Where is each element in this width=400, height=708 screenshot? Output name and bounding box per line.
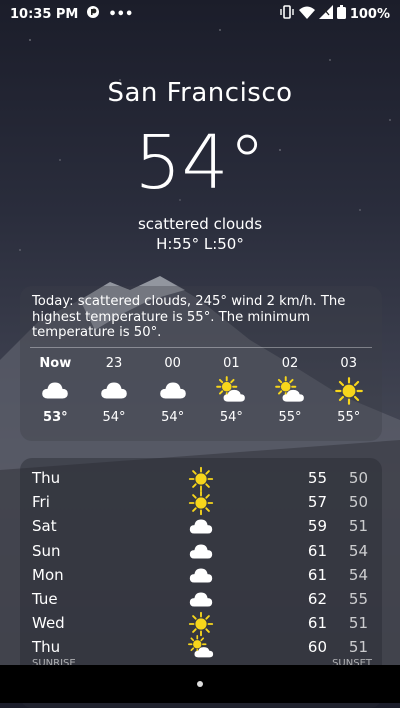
battery-icon (336, 5, 346, 23)
signal-icon (318, 5, 333, 23)
hour-temperature: 55° (337, 409, 361, 425)
hour-label: Now (39, 355, 72, 371)
daily-forecast-row: Tue 62 55 (20, 587, 382, 611)
day-low-temperature: 54 (348, 565, 368, 584)
day-low-temperature: 51 (348, 638, 368, 657)
battery-percentage: 100% (349, 6, 390, 22)
day-low-temperature: 50 (348, 493, 368, 512)
daily-forecast-row: Sat 59 51 (20, 514, 382, 538)
hour-label: 23 (105, 355, 123, 371)
day-low-temperature: 54 (348, 541, 368, 560)
hour-temperature: 54° (161, 409, 185, 425)
weather-description: scattered clouds (137, 215, 263, 233)
daily-forecast-row: Thu 60 51 (20, 635, 382, 659)
hour-temperature: 54° (219, 409, 243, 425)
current-temperature: 54° (134, 120, 266, 206)
today-summary: Today: scattered clouds, 245° wind 2 km/… (32, 294, 346, 340)
hour-temperature: 53° (43, 409, 68, 425)
home-gesture-indicator[interactable] (197, 681, 203, 687)
hour-label: 01 (223, 355, 240, 371)
hour-temperature: 54° (102, 409, 126, 425)
status-time: 10:35 PM (10, 6, 79, 22)
day-name: Wed (32, 614, 65, 633)
day-low-temperature: 51 (348, 517, 368, 536)
hourly-item: 02 55° (261, 356, 320, 425)
day-high-temperature: 57 (307, 493, 327, 512)
cloud-icon (39, 376, 71, 406)
day-name: Thu (32, 469, 61, 487)
day-name: Thu (32, 638, 61, 657)
daily-forecast-row: Thu 55 50 (20, 466, 382, 492)
hourly-item: 00 54° (143, 356, 202, 425)
hourly-item: 01 54° (202, 356, 261, 425)
hour-label: 02 (281, 355, 299, 371)
navigation-bar (0, 665, 400, 703)
day-high-temperature: 62 (307, 590, 327, 608)
app-notification-icon (86, 5, 100, 23)
day-high-temperature: 60 (307, 638, 327, 657)
hour-temperature: 55° (278, 409, 302, 425)
cloud-icon (98, 376, 130, 406)
day-high-temperature: 55 (307, 469, 327, 487)
day-low-temperature: 50 (348, 469, 368, 487)
status-bar: 10:35 PM ••• 100% (0, 0, 400, 28)
day-high-temperature: 61 (307, 541, 327, 560)
sun-cloud-icon (215, 375, 247, 406)
daily-forecast-row: Fri 57 50 (20, 490, 382, 516)
vibrate-icon (279, 5, 295, 23)
day-high-temperature: 59 (307, 517, 327, 536)
day-low-temperature: 51 (348, 614, 368, 633)
day-low-temperature: 55 (348, 590, 368, 608)
hourly-item: 03 55° (319, 356, 378, 425)
day-high-temperature: 61 (307, 565, 327, 584)
sun-cloud-icon (184, 634, 218, 662)
day-name: Mon (32, 565, 64, 584)
high-low-temperature: H:55° L:50° (156, 235, 244, 253)
cloud-icon (157, 376, 189, 406)
day-name: Fri (32, 493, 50, 512)
hourly-item: Now 53° (26, 356, 85, 425)
hourly-item: 23 54° (85, 356, 144, 425)
wifi-icon (298, 6, 315, 23)
hour-label: 00 (164, 355, 181, 371)
today-forecast-card: Today: scattered clouds, 245° wind 2 km/… (20, 286, 382, 441)
daily-forecast-row: Mon 61 54 (20, 563, 382, 587)
sun-icon (333, 376, 365, 406)
daily-forecast-row: Sun 61 54 (20, 539, 382, 563)
more-notifications-icon: ••• (108, 6, 134, 22)
day-name: Tue (32, 590, 58, 608)
hour-label: 03 (340, 355, 357, 371)
daily-forecast-row: Wed 61 51 (20, 611, 382, 637)
day-high-temperature: 61 (307, 614, 327, 633)
sun-cloud-icon (274, 375, 306, 406)
hourly-forecast[interactable]: Now 53° 23 54° 00 54° 01 54° 02 55° 03 55° (20, 348, 382, 425)
city-name: San Francisco (107, 78, 293, 108)
day-name: Sun (32, 541, 61, 560)
day-name: Sat (32, 517, 57, 536)
